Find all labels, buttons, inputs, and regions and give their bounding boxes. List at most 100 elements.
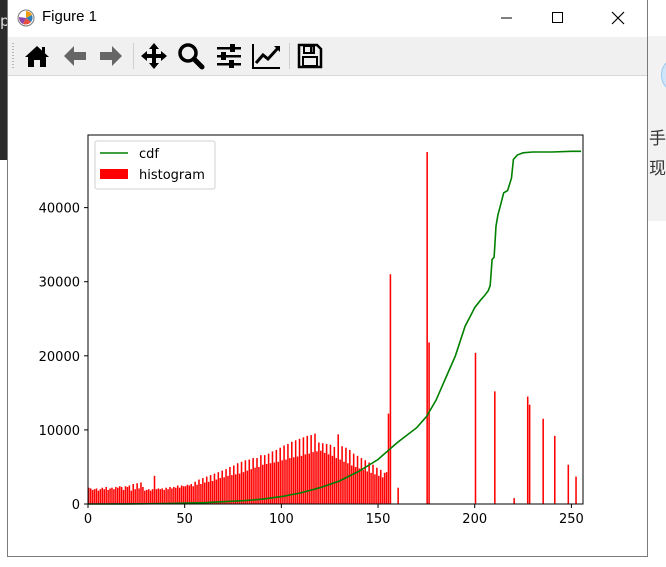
histogram-bar bbox=[366, 471, 368, 504]
histogram-bar bbox=[389, 274, 392, 504]
histogram-bar bbox=[356, 455, 359, 504]
histogram-bar bbox=[136, 483, 138, 504]
histogram-bar bbox=[171, 488, 173, 504]
home-button[interactable] bbox=[22, 41, 52, 71]
histogram-bar bbox=[285, 459, 287, 504]
histogram-bar bbox=[252, 458, 254, 504]
histogram-bar bbox=[194, 481, 196, 504]
y-tick-label: 0 bbox=[72, 498, 80, 513]
histogram-bar bbox=[186, 484, 189, 504]
histogram-bar bbox=[157, 488, 160, 504]
maximize-button[interactable] bbox=[535, 0, 581, 36]
pan-button[interactable] bbox=[139, 41, 169, 71]
histogram-bar bbox=[167, 489, 169, 504]
histogram-bar bbox=[308, 453, 310, 504]
histogram-bar bbox=[314, 433, 316, 504]
matplotlib-logo-icon bbox=[17, 9, 35, 27]
zoom-button[interactable] bbox=[176, 41, 206, 71]
histogram-bar bbox=[327, 454, 330, 504]
histogram-bar bbox=[205, 476, 208, 504]
subplots-button[interactable] bbox=[214, 41, 244, 71]
histogram-bar bbox=[362, 469, 365, 504]
histogram-bar bbox=[126, 486, 129, 504]
close-button[interactable] bbox=[595, 0, 641, 36]
histogram-bar bbox=[188, 485, 191, 504]
histogram-bar bbox=[376, 467, 378, 504]
histogram-bar bbox=[325, 443, 328, 504]
figure-canvas[interactable]: 0 50 100 150 200 250 0 10000 20000 30000 40000 cdf… bbox=[8, 76, 647, 556]
magnifier-icon bbox=[178, 43, 205, 70]
histogram-bar bbox=[378, 475, 380, 504]
x-tick-label: 250 bbox=[559, 512, 584, 527]
histogram-bar bbox=[200, 483, 202, 504]
histogram-bar bbox=[209, 475, 212, 504]
toolbar-grip[interactable] bbox=[12, 43, 14, 69]
histogram-bar bbox=[223, 477, 225, 504]
histogram-bar bbox=[161, 488, 164, 504]
forward-button[interactable] bbox=[96, 41, 126, 71]
legend-histogram-swatch bbox=[100, 169, 128, 179]
back-button[interactable] bbox=[60, 41, 90, 71]
histogram-bar bbox=[120, 486, 123, 504]
histogram-bar bbox=[190, 483, 193, 504]
histogram-bar bbox=[426, 152, 428, 504]
histogram-bar bbox=[138, 488, 140, 504]
histogram-bar bbox=[97, 490, 100, 504]
histogram-bar bbox=[130, 490, 133, 504]
arrow-left-icon bbox=[64, 46, 86, 66]
toolbar-separator bbox=[289, 43, 290, 69]
histogram-bar bbox=[196, 484, 198, 504]
figure-window: Figure 1 0 50 100 150 200 250 0 10000 20… bbox=[7, 0, 648, 557]
histogram-bar bbox=[115, 486, 117, 504]
histogram-bar bbox=[165, 487, 167, 504]
edit-axis-button[interactable] bbox=[251, 41, 281, 71]
histogram-bar bbox=[113, 489, 115, 504]
histogram-bar bbox=[397, 487, 399, 504]
histogram-bar bbox=[246, 470, 249, 504]
histogram-bar bbox=[132, 483, 135, 504]
histogram-bar bbox=[242, 472, 245, 504]
histogram-bar bbox=[134, 489, 136, 504]
background-text: 现 bbox=[649, 159, 666, 179]
histogram-bar bbox=[383, 472, 386, 504]
histogram-bar bbox=[178, 487, 181, 504]
histogram-bar bbox=[238, 473, 241, 504]
histogram-bar bbox=[184, 486, 187, 504]
legend-histogram-label: histogram bbox=[139, 168, 205, 183]
minimize-button[interactable] bbox=[484, 0, 530, 36]
histogram-bar bbox=[316, 451, 318, 504]
histogram-bar bbox=[350, 465, 353, 504]
minimize-icon bbox=[501, 17, 512, 19]
histogram-bar bbox=[263, 455, 266, 504]
histogram-bar bbox=[385, 472, 388, 504]
histogram-bar bbox=[256, 458, 258, 504]
save-button[interactable] bbox=[295, 41, 325, 71]
histogram-bar bbox=[337, 434, 339, 504]
line-chart-icon bbox=[252, 44, 280, 69]
histogram-bar bbox=[182, 486, 185, 504]
histogram-bar bbox=[227, 475, 229, 504]
histogram-cdf-chart: 0 50 100 150 200 250 0 10000 20000 30000 40000 cdf… bbox=[8, 76, 647, 556]
histogram-bar bbox=[329, 444, 332, 504]
histogram-bar bbox=[147, 489, 150, 504]
histogram-bar bbox=[128, 485, 131, 504]
title-bar[interactable]: Figure 1 bbox=[8, 0, 647, 36]
histogram-bar bbox=[310, 435, 312, 504]
histogram-bar bbox=[155, 489, 158, 504]
histogram-bar bbox=[306, 435, 309, 504]
histogram-bar bbox=[163, 489, 165, 504]
histogram-bar bbox=[118, 486, 121, 504]
histogram-bar bbox=[234, 474, 237, 504]
background-bracket: 【 bbox=[657, 184, 666, 208]
histogram-bar bbox=[207, 481, 210, 504]
histogram-bar bbox=[175, 487, 177, 504]
histogram-bar bbox=[215, 479, 218, 504]
arrow-right-icon bbox=[100, 46, 122, 66]
histogram-bar bbox=[267, 453, 270, 504]
histogram-bar bbox=[213, 473, 216, 504]
close-icon bbox=[611, 11, 625, 25]
histogram-bar bbox=[358, 468, 361, 504]
histogram-bar bbox=[281, 460, 283, 504]
histogram-bar bbox=[176, 485, 179, 504]
histogram-bar bbox=[302, 437, 305, 504]
